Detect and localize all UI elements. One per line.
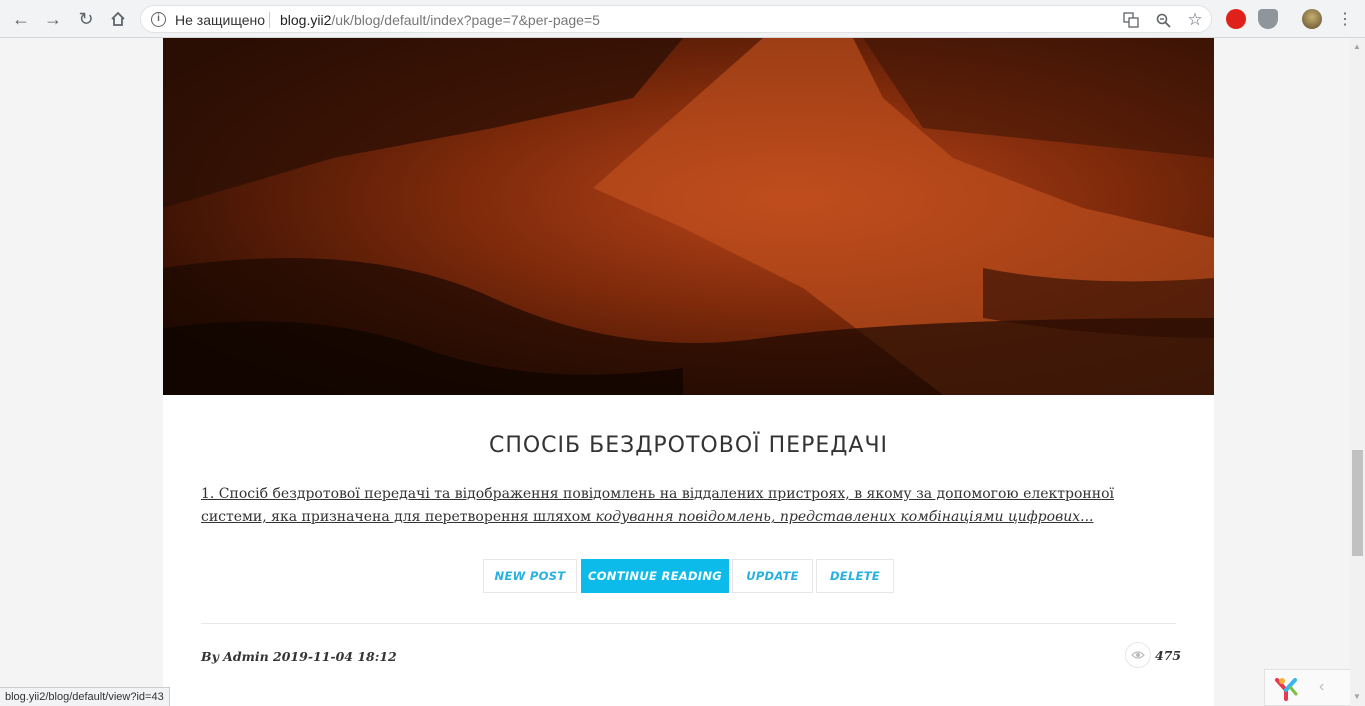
update-button[interactable]: UPDATE <box>732 559 813 593</box>
views-count: 475 <box>1155 647 1182 663</box>
back-icon[interactable]: ← <box>8 6 34 32</box>
delete-button[interactable]: DELETE <box>816 559 894 593</box>
yii-logo-icon <box>1275 678 1298 701</box>
page-scrollbar[interactable]: ▲ ▼ <box>1350 38 1365 706</box>
post-divider <box>201 623 1176 624</box>
url-text[interactable]: blog.yii2/uk/blog/default/index?page=7&p… <box>280 12 600 28</box>
profile-avatar[interactable] <box>1302 9 1322 29</box>
adblock-extension-icon[interactable] <box>1226 9 1246 29</box>
home-icon[interactable] <box>105 6 131 32</box>
yii-debug-toggle[interactable] <box>1264 669 1350 706</box>
post-views: 475 <box>1125 642 1181 668</box>
security-label: Не защищено <box>175 12 265 28</box>
scroll-down-icon[interactable]: ▼ <box>1353 692 1361 701</box>
post-hero-image <box>163 38 1214 395</box>
url-host: blog.yii2 <box>280 12 332 28</box>
bookmark-star-icon[interactable]: ☆ <box>1185 10 1205 30</box>
excerpt-italic-text: кодування повідомлень, представлених ком… <box>595 509 1094 525</box>
url-path: /uk/blog/default/index?page=7&per-page=5 <box>331 12 600 28</box>
info-icon[interactable]: i <box>151 12 166 27</box>
shield-extension-icon[interactable] <box>1258 9 1278 29</box>
chevron-left-icon[interactable]: ‹ <box>1319 678 1324 696</box>
status-bar-url: blog.yii2/blog/default/view?id=43 <box>0 687 170 706</box>
new-post-button[interactable]: NEW POST <box>483 559 577 593</box>
address-bar[interactable]: i Не защищено blog.yii2/uk/blog/default/… <box>140 5 1212 33</box>
browser-toolbar: ← → ↻ i Не защищено blog.yii2/uk/blog/de… <box>0 0 1365 38</box>
menu-dots-icon[interactable]: ⋮ <box>1332 6 1358 32</box>
zoom-icon[interactable] <box>1153 10 1173 30</box>
post-card: СПОСІБ БЕЗДРОТОВОЇ ПЕРЕДАЧІ 1. Спосіб бе… <box>163 38 1214 706</box>
forward-icon[interactable]: → <box>40 6 66 32</box>
post-meta: By Admin 2019-11-04 18:12 <box>201 649 397 664</box>
scrollbar-thumb[interactable] <box>1352 450 1363 556</box>
scroll-up-icon[interactable]: ▲ <box>1353 42 1361 51</box>
reload-icon[interactable]: ↻ <box>73 6 99 32</box>
translate-icon[interactable] <box>1121 10 1141 30</box>
post-title[interactable]: СПОСІБ БЕЗДРОТОВОЇ ПЕРЕДАЧІ <box>163 433 1214 458</box>
post-excerpt[interactable]: 1. Спосіб бездротової передачі та відобр… <box>201 483 1176 529</box>
continue-reading-button[interactable]: CONTINUE READING <box>581 559 729 593</box>
address-separator <box>269 12 270 28</box>
eye-icon <box>1125 642 1151 668</box>
